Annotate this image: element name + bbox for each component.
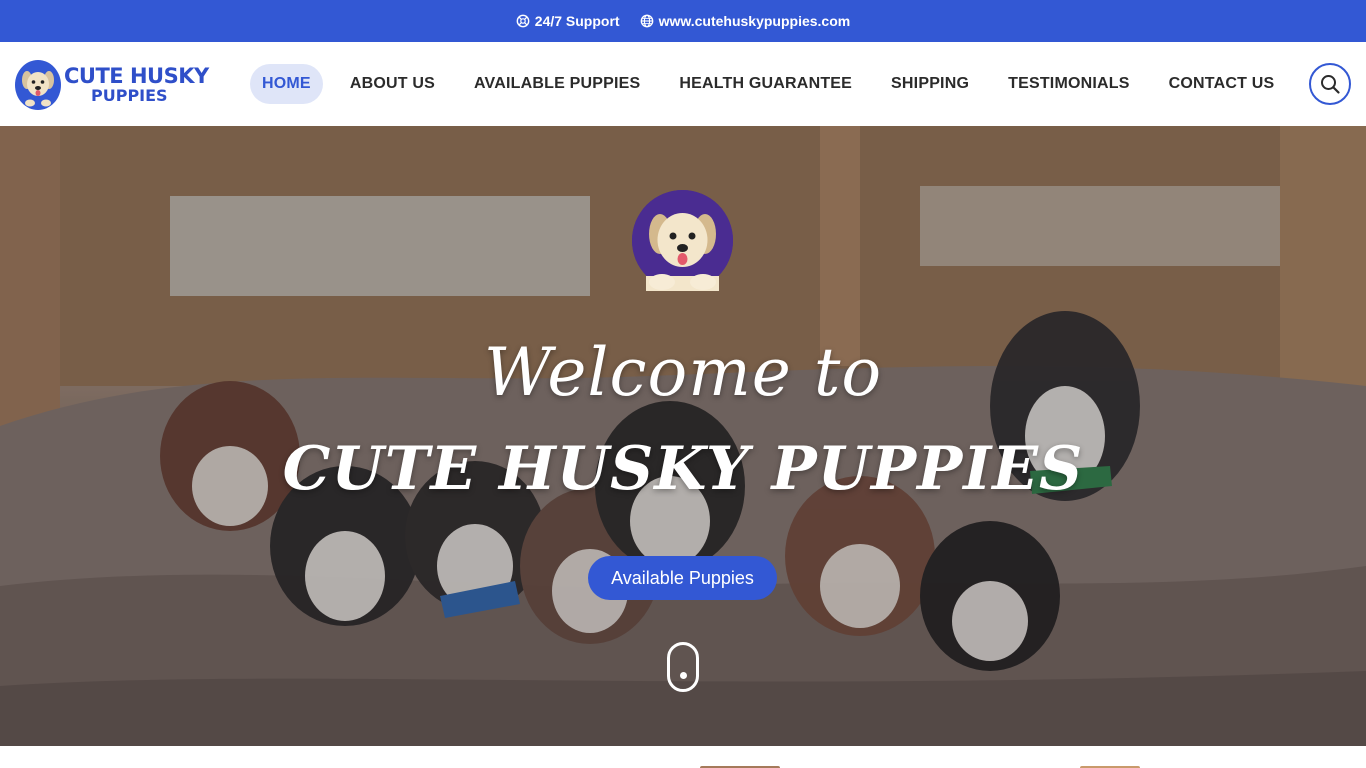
main-nav: HOME ABOUT US AVAILABLE PUPPIES HEALTH G… [250,64,1301,104]
globe-icon [640,14,653,28]
hero-banner: Welcome to CUTE HUSKY PUPPIES Available … [0,126,1366,746]
next-section-peek [0,746,1366,768]
website-info[interactable]: www.cutehuskypuppies.com [640,13,851,29]
hero-title-line-2: CUTE HUSKY PUPPIES [282,434,1084,504]
mouse-scroll-icon[interactable] [667,642,699,692]
search-icon [1321,75,1340,94]
website-label[interactable]: www.cutehuskypuppies.com [659,13,851,29]
top-info-bar: 24/7 Support www.cutehuskypuppies.com [0,0,1366,42]
nav-item-contact-us[interactable]: CONTACT US [1157,64,1287,104]
support-info: 24/7 Support [516,13,620,29]
puppy-logo-icon [15,60,61,110]
logo-wordmark: CUTE HUSKY PUPPIES [64,66,209,104]
search-button[interactable] [1309,63,1351,105]
nav-item-about-us[interactable]: ABOUT US [338,64,447,104]
nav-item-shipping[interactable]: SHIPPING [879,64,981,104]
scroll-dot [680,672,687,679]
support-label: 24/7 Support [534,13,620,29]
site-logo[interactable]: CUTE HUSKY PUPPIES [15,58,215,112]
nav-item-home[interactable]: HOME [250,64,323,104]
available-puppies-button[interactable]: Available Puppies [588,556,777,600]
nav-item-health-guarantee[interactable]: HEALTH GUARANTEE [667,64,864,104]
logo-line-1: CUTE HUSKY [64,64,209,88]
nav-item-testimonials[interactable]: TESTIMONIALS [996,64,1142,104]
nav-item-available-puppies[interactable]: AVAILABLE PUPPIES [462,64,652,104]
hero-title-line-1: Welcome to [483,334,883,411]
site-header: CUTE HUSKY PUPPIES HOME ABOUT US AVAILAB… [0,42,1366,126]
logo-line-2: PUPPIES [91,86,168,105]
support-icon [516,14,530,28]
puppy-avatar-icon [632,190,733,291]
